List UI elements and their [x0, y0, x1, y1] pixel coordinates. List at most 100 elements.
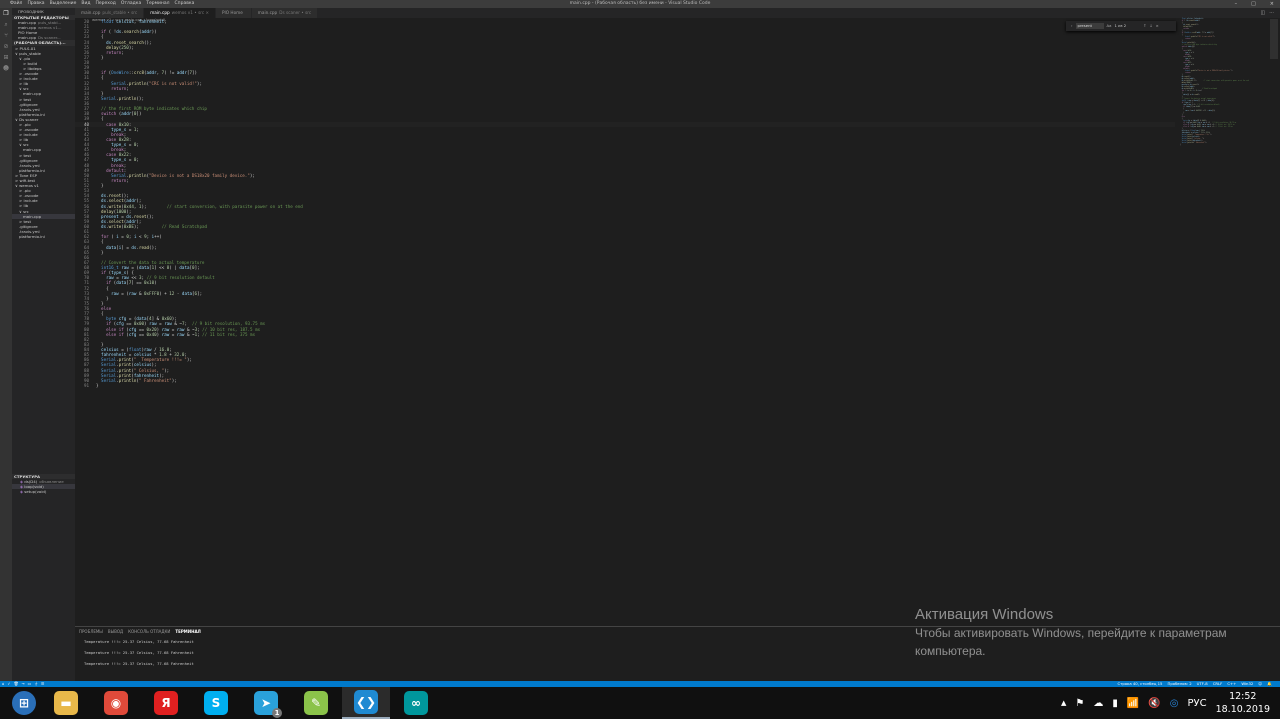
next-match-icon[interactable]: ↓ [1149, 21, 1152, 31]
taskbar-start[interactable]: ⊞ [0, 687, 48, 719]
code-line: 91} [75, 383, 1175, 388]
code-text: if (OneWire::crc8(addr, 7) != addr[7]) [101, 70, 198, 76]
menu-6[interactable]: Терминал [146, 0, 169, 8]
tab-hint: wemos v1 • src × [171, 10, 210, 15]
search-icon[interactable]: ⌕ [0, 19, 12, 30]
menu-3[interactable]: Вид [81, 0, 90, 8]
code-text: } [96, 382, 99, 388]
editor-scrollbar[interactable] [1270, 19, 1278, 59]
line-number: 91 [83, 382, 89, 388]
minimize-icon[interactable]: – [1235, 0, 1238, 8]
notepad-plus-plus-icon: ✎ [304, 691, 328, 715]
skype-icon: S [204, 691, 228, 715]
file-explorer-icon: ▬ [54, 691, 78, 715]
yandex-browser-icon: Я [154, 691, 178, 715]
code-text: } [101, 183, 104, 188]
outline-panel: СТРУКТУРА ◈ ds(D4) объявление ◈ loop(void)… [12, 474, 75, 494]
taskbar-yandex-browser[interactable]: Я [142, 687, 190, 719]
panel-tab[interactable]: ВЫВОД [108, 627, 123, 636]
editor-tab[interactable]: PIO Home [216, 8, 252, 18]
panel-tab[interactable]: КОНСОЛЬ ОТЛАДКИ [128, 627, 170, 636]
tab-hint: puls_stable • src [102, 10, 138, 15]
panel-tab[interactable]: ТЕРМИНАЛ [175, 627, 201, 636]
panel-tab[interactable]: ПРОБЛЕМЫ [79, 627, 103, 636]
menu-bar: Файл Правка Выделение Вид Переход Отладка Терм… [10, 0, 194, 8]
menu-4[interactable]: Переход [96, 0, 116, 8]
tab-name: main.cpp [150, 10, 170, 15]
taskbar-telegram[interactable]: ➤ 1 [242, 687, 290, 719]
code-text: Serial.println(" Fahrenheit"); [101, 377, 177, 383]
code-text: raw = (raw & 0xFFF0) + 12 - data[6]; [111, 290, 203, 296]
tab-name: main.cpp [81, 10, 101, 15]
cloud-icon[interactable]: ☁ [1093, 698, 1103, 709]
files-icon[interactable]: ❐ [0, 8, 12, 19]
outline-name: setup(void) [24, 489, 47, 495]
code-text: else if (cfg == 0x40) raw = raw & ~1; //… [106, 331, 256, 337]
volume-muted-icon[interactable]: 🔇 [1148, 698, 1160, 709]
menu-1[interactable]: Правка [27, 0, 44, 8]
network-icon[interactable]: 📶 [1127, 698, 1139, 709]
menu-7[interactable]: Справка [175, 0, 195, 8]
title-bar: main.cpp - (Рабочая область) без имени -… [0, 0, 1280, 8]
find-match-count: 1 из 2 [1114, 23, 1127, 28]
find-input[interactable]: present [1075, 23, 1104, 29]
chrome-icon: ◉ [104, 691, 128, 715]
vscode-icon: ❮❯ [354, 690, 378, 714]
code-text: for ( i = 0; i < 9; i++) [101, 234, 162, 240]
code-text: float celsius, fahrenheit; [101, 19, 167, 24]
clock[interactable]: 12:52 18.10.2019 [1216, 690, 1270, 716]
editor-tab[interactable]: main.cpp Ds scaner • src [251, 8, 319, 18]
menu-2[interactable]: Выделение [50, 0, 77, 8]
menu-5[interactable]: Отладка [121, 0, 141, 8]
explorer-sidebar: ПРОВОДНИК ОТКРЫТЫЕ РЕДАКТОРЫ main.cpp pul… [12, 8, 75, 681]
find-close-icon[interactable]: × [1156, 21, 1159, 31]
code-editor[interactable]: 20 float celsius, fahrenheit; 21 22 if ( !… [75, 19, 1175, 388]
debug-icon[interactable]: ⊘ [0, 41, 12, 52]
taskbar-vscode[interactable]: ❮❯ [342, 687, 390, 719]
code-text: ds.write(0xBE); // Read Scratchpad [101, 224, 208, 229]
code-text: } [101, 54, 104, 60]
taskbar-notepad-plus-plus[interactable]: ✎ [292, 687, 340, 719]
windows-activation-watermark: Активация Windows Чтобы активировать Win… [915, 605, 1227, 660]
workspace-section[interactable]: (РАБОЧАЯ ОБЛАСТЬ)... [12, 40, 75, 46]
taskbar-skype[interactable]: S [192, 687, 240, 719]
tree-item[interactable]: platformio.ini [12, 234, 75, 239]
source-control-icon[interactable]: ⑂ [0, 30, 12, 41]
battery-icon[interactable]: ▮ [1112, 698, 1118, 709]
app-tray-icon[interactable]: ◎ [1170, 698, 1179, 709]
explorer-header: ПРОВОДНИК [18, 9, 44, 14]
match-case-icon[interactable]: Aa [1107, 21, 1112, 31]
close-icon[interactable]: × [1270, 0, 1274, 8]
telegram-icon: ➤ 1 [254, 691, 282, 718]
taskbar-arduino[interactable]: ∞ [392, 687, 440, 719]
arduino-icon: ∞ [404, 691, 428, 715]
tab-name: main.cpp [257, 10, 278, 15]
taskbar-file-explorer[interactable]: ▬ [42, 687, 90, 719]
taskbar-chrome[interactable]: ◉ [92, 687, 140, 719]
toggle-replace-icon[interactable]: › [1071, 21, 1073, 31]
editor-actions: ◫ ··· [1260, 8, 1274, 18]
system-tray: ▲ ⚑ ☁ ▮ 📶 🔇 ◎ РУС 12:52 18.10.2019 [1061, 687, 1280, 719]
extensions-icon[interactable]: ⊞ [0, 52, 12, 63]
minimap[interactable]: float celsius, fahrenheit; if ( !ds.sear… [1180, 19, 1270, 147]
more-icon[interactable]: ··· [1269, 8, 1274, 18]
window-controls: – □ × [1235, 0, 1274, 8]
split-editor-icon[interactable]: ◫ [1260, 8, 1265, 18]
editor-tabs: main.cpp puls_stable • src main.cpp wemos v… [75, 8, 1280, 18]
code-text: Serial.println(); [101, 95, 144, 101]
watermark-title: Активация Windows [915, 606, 1054, 623]
code-text: } [101, 249, 104, 255]
outline-item[interactable]: ◈ setup(void) [12, 489, 75, 494]
watermark-line1: Чтобы активировать Windows, перейдите к … [915, 626, 1227, 640]
taskbar: ⊞ ▬ ◉ Я S ➤ 1 ✎ ❮❯ ∞ ▲ ⚑ ☁ ▮ 📶 🔇 ◎ РУС 12:52 18.1… [0, 687, 1280, 719]
code-text: data[i] = ds.read(); [106, 244, 157, 250]
action-center-flag-icon[interactable]: ⚑ [1075, 698, 1084, 709]
open-editor-hint: wemos v1... [38, 25, 62, 31]
activity-bar: ❐ ⌕ ⑂ ⊘ ⊞ ☻ [0, 8, 12, 681]
language-indicator[interactable]: РУС [1187, 698, 1206, 709]
menu-0[interactable]: Файл [10, 0, 22, 8]
show-hidden-icons-icon[interactable]: ▲ [1061, 699, 1066, 707]
platformio-icon[interactable]: ☻ [0, 63, 12, 74]
maximize-icon[interactable]: □ [1251, 0, 1256, 8]
prev-match-icon[interactable]: ↑ [1143, 21, 1146, 31]
